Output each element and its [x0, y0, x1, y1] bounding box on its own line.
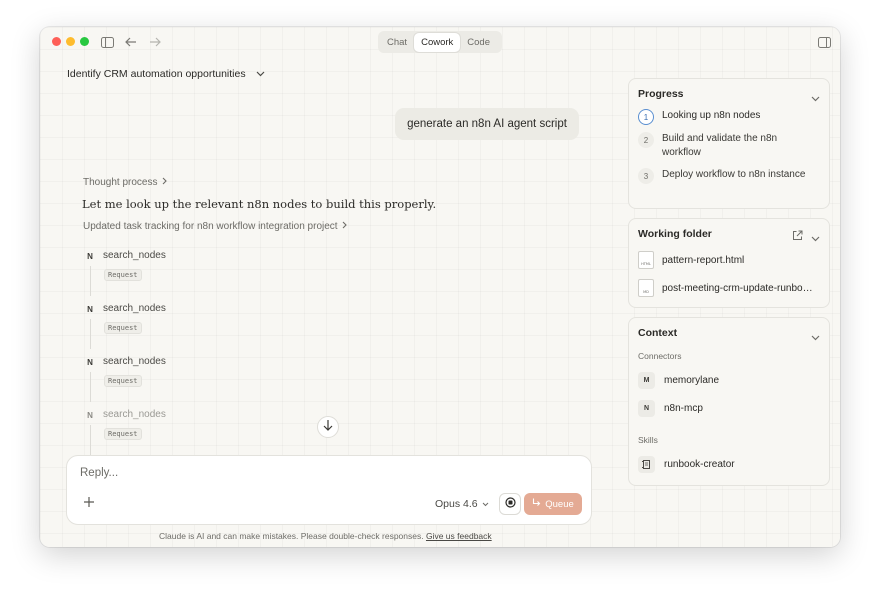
memorylane-icon: M — [638, 372, 655, 389]
n8n-icon: N — [87, 411, 93, 420]
skill-item[interactable]: runbook-creator — [638, 456, 735, 473]
step-number: 2 — [638, 132, 654, 148]
progress-step: 2 Build and validate the n8n workflow — [638, 132, 812, 160]
working-folder-title: Working folder — [638, 228, 712, 240]
tool-call-connector — [90, 266, 91, 296]
context-title: Context — [638, 327, 678, 339]
connector-name: n8n-mcp — [664, 403, 703, 414]
progress-title: Progress — [638, 88, 684, 100]
task-update-toggle[interactable]: Updated task tracking for n8n workflow i… — [83, 221, 347, 232]
md-file-icon: MD — [638, 279, 654, 297]
context-panel: Context Connectors M memorylane N n8n-mc… — [628, 317, 830, 486]
chevron-down-icon[interactable] — [811, 328, 820, 346]
user-message: generate an n8n AI agent script — [395, 108, 579, 140]
task-update-label: Updated task tracking for n8n workflow i… — [83, 221, 338, 232]
message-composer: Opus 4.6 Queue — [66, 455, 592, 525]
step-number: 1 — [638, 109, 654, 125]
scroll-icon — [638, 456, 655, 473]
progress-panel: Progress 1 Looking up n8n nodes 2 Build … — [628, 78, 830, 209]
model-selector[interactable]: Opus 4.6 — [435, 498, 489, 510]
conversation-title[interactable]: Identify CRM automation opportunities — [67, 68, 265, 80]
n8n-icon: N — [87, 358, 93, 367]
maximize-window-button[interactable] — [80, 37, 89, 46]
sidebar-toggle-icon[interactable] — [100, 35, 114, 49]
chevron-down-icon — [256, 68, 265, 80]
disclaimer: Claude is AI and can make mistakes. Plea… — [159, 531, 492, 541]
skills-label: Skills — [638, 435, 658, 445]
scroll-to-bottom-button[interactable] — [317, 416, 339, 438]
progress-step: 1 Looking up n8n nodes — [638, 109, 812, 125]
reply-input[interactable] — [80, 467, 380, 479]
stop-button[interactable] — [499, 493, 521, 515]
arrow-down-icon — [323, 418, 333, 436]
open-external-icon[interactable] — [792, 228, 803, 246]
chevron-right-icon — [342, 221, 347, 232]
n8n-icon: N — [638, 400, 655, 417]
minimize-window-button[interactable] — [66, 37, 75, 46]
tool-call-request-badge[interactable]: Request — [104, 375, 142, 387]
tool-call-connector — [90, 372, 91, 402]
step-label: Deploy workflow to n8n instance — [662, 169, 806, 180]
close-window-button[interactable] — [52, 37, 61, 46]
tool-call-connector — [90, 319, 91, 349]
n8n-icon: N — [87, 305, 93, 314]
tool-call-name: search_nodes — [103, 409, 166, 420]
thought-process-label: Thought process — [83, 177, 158, 188]
assistant-message: Let me look up the relevant n8n nodes to… — [82, 197, 437, 211]
feedback-link[interactable]: Give us feedback — [426, 531, 492, 541]
chevron-down-icon — [482, 498, 489, 510]
tab-cowork[interactable]: Cowork — [414, 32, 461, 52]
tool-call-name: search_nodes — [103, 250, 166, 261]
disclaimer-text: Claude is AI and can make mistakes. Plea… — [159, 531, 424, 541]
queue-button[interactable]: Queue — [524, 493, 582, 515]
chevron-right-icon — [162, 177, 167, 188]
skill-name: runbook-creator — [664, 459, 735, 470]
forward-arrow-icon[interactable] — [148, 35, 162, 49]
file-item[interactable]: MD post-meeting-crm-update-runbook.md — [638, 279, 818, 297]
model-name: Opus 4.6 — [435, 498, 478, 510]
connectors-label: Connectors — [638, 351, 682, 361]
queue-label: Queue — [545, 498, 574, 510]
app-window: Chat Cowork Code Identify CRM automation… — [40, 27, 840, 547]
back-arrow-icon[interactable] — [124, 35, 138, 49]
progress-step: 3 Deploy workflow to n8n instance — [638, 168, 812, 184]
tool-call-name: search_nodes — [103, 303, 166, 314]
tool-call-name: search_nodes — [103, 356, 166, 367]
conversation-title-text: Identify CRM automation opportunities — [67, 68, 246, 80]
mode-switcher: Chat Cowork Code — [378, 31, 502, 53]
working-folder-panel: Working folder HTML pattern-report.html … — [628, 218, 830, 308]
tool-call-request-badge[interactable]: Request — [104, 322, 142, 334]
tool-call-request-badge[interactable]: Request — [104, 269, 142, 281]
stop-icon — [504, 495, 516, 513]
tab-code[interactable]: Code — [460, 33, 497, 52]
html-file-icon: HTML — [638, 251, 654, 269]
add-attachment-button[interactable] — [81, 496, 97, 512]
connector-item[interactable]: M memorylane — [638, 372, 719, 389]
n8n-icon: N — [87, 252, 93, 261]
chevron-down-icon[interactable] — [811, 89, 820, 107]
step-label: Build and validate the n8n workflow — [662, 133, 778, 158]
connector-item[interactable]: N n8n-mcp — [638, 400, 703, 417]
file-name: pattern-report.html — [662, 254, 745, 266]
thought-process-toggle[interactable]: Thought process — [83, 177, 167, 188]
step-number: 3 — [638, 168, 654, 184]
connector-name: memorylane — [664, 375, 720, 386]
right-panel-toggle-icon[interactable] — [817, 35, 831, 49]
tool-call-connector — [90, 425, 91, 455]
plus-icon — [83, 495, 95, 513]
tab-chat[interactable]: Chat — [380, 33, 414, 52]
tool-call-request-badge[interactable]: Request — [104, 428, 142, 440]
file-name: post-meeting-crm-update-runbook.md — [662, 282, 818, 294]
queue-arrow-icon — [532, 498, 541, 510]
step-label: Looking up n8n nodes — [662, 110, 761, 121]
chevron-down-icon[interactable] — [811, 229, 820, 247]
file-item[interactable]: HTML pattern-report.html — [638, 251, 818, 269]
titlebar: Chat Cowork Code — [40, 27, 840, 57]
